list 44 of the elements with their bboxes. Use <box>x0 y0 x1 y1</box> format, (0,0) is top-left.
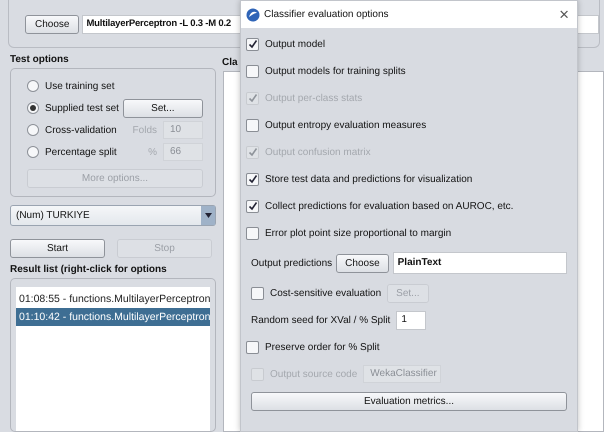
option-label: Cross-validation <box>45 124 118 136</box>
class-dropdown[interactable]: (Num) TURKIYE <box>10 205 216 226</box>
dropdown-arrow-icon <box>204 213 212 218</box>
checkbox[interactable] <box>246 64 259 78</box>
option-label: Random seed for XVal / % Split <box>251 314 390 326</box>
option-label: Percentage split <box>45 146 118 158</box>
option-label: Output model <box>265 38 326 50</box>
option-label: Cost-sensitive evaluation <box>270 288 382 298</box>
app-icon <box>246 8 260 22</box>
radio-button[interactable] <box>27 124 39 136</box>
radio-button[interactable] <box>27 102 39 114</box>
radio-button[interactable] <box>27 146 39 158</box>
option-label: Output predictions <box>251 258 332 268</box>
evaluation-metrics-button[interactable]: Evaluation metrics... <box>251 392 567 410</box>
choose-button[interactable]: Choose <box>336 254 389 272</box>
option-label: Output entropy evaluation measures <box>265 120 426 130</box>
option-label: Output models for training splits <box>265 66 406 76</box>
section-title: Test options <box>10 54 70 65</box>
checkbox[interactable] <box>246 118 259 132</box>
section-title: Result list (right-click for options <box>10 264 168 275</box>
checkbox[interactable] <box>246 200 259 212</box>
start-button[interactable]: Start <box>10 238 105 258</box>
set-button[interactable]: Set... <box>122 98 203 118</box>
unit-label: % <box>147 146 157 158</box>
option-label: Collect predictions for evaluation based on AUROC, etc. <box>265 200 514 212</box>
option-label: Preserve order for % Split <box>265 342 380 352</box>
choose-button[interactable]: Choose <box>25 15 80 34</box>
option-label: Supplied test set <box>45 102 117 114</box>
checkbox[interactable] <box>246 38 259 50</box>
checkbox[interactable] <box>246 172 259 186</box>
dialog-title: Classifier evaluation options <box>264 9 389 20</box>
result-item[interactable]: 01:10:42 - functions.MultilayerPerceptron <box>16 308 210 326</box>
checkbox[interactable] <box>246 226 259 240</box>
seed-field[interactable]: 1 <box>396 310 426 330</box>
checkbox[interactable] <box>251 286 264 300</box>
section-title: Cla <box>222 57 239 68</box>
option-label: Store test data and predictions for visualization <box>265 174 472 184</box>
result-item[interactable]: 01:08:55 - functions.MultilayerPerceptron <box>16 290 210 308</box>
checkbox[interactable] <box>246 340 259 354</box>
option-label: Use training set <box>45 80 114 92</box>
close-button[interactable]: × <box>559 4 569 24</box>
option-label: Error plot point size proportional to margin <box>265 228 452 238</box>
predictions-field[interactable]: PlainText <box>392 252 567 274</box>
radio-button[interactable] <box>27 80 39 92</box>
